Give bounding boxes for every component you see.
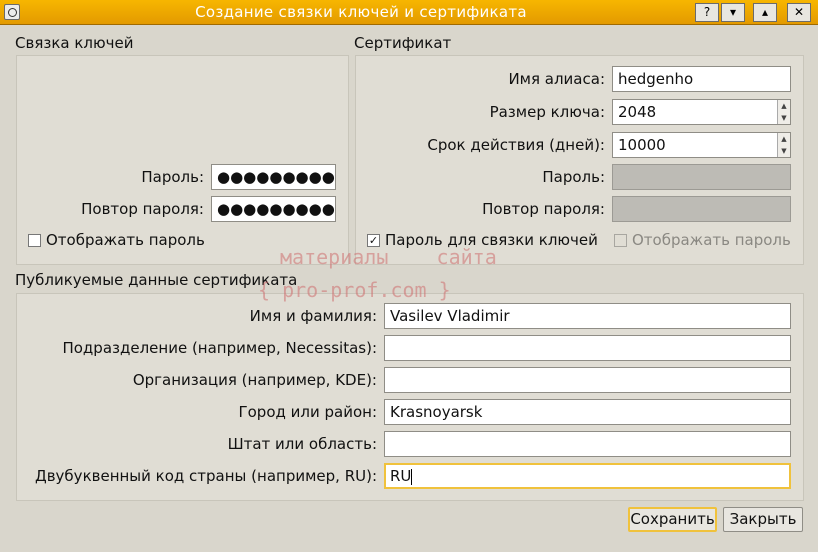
keystore-repeat-label: Повтор пароля: [81,200,204,218]
state-input[interactable] [384,431,791,457]
name-input[interactable]: Vasilev Vladimir [384,303,791,329]
city-input[interactable]: Krasnoyarsk [384,399,791,425]
validity-value: 10000 [618,136,666,154]
certificate-group-title: Сертификат [354,34,452,52]
save-button[interactable]: Сохранить [628,507,717,532]
country-input[interactable]: RU [384,463,791,489]
validity-label: Срок действия (дней): [427,136,605,154]
alias-label: Имя алиаса: [508,70,605,88]
organization-label: Организация (например, KDE): [132,371,377,389]
watermark-line1: материалы сайта [280,245,497,269]
keysize-spin-arrows[interactable]: ▲ ▼ [777,100,790,124]
keystore-password-input[interactable]: ●●●●●●●●● [211,164,336,190]
text-cursor [411,468,413,485]
public-group-title: Публикуемые данные сертификата [15,271,298,289]
keystore-repeat-input[interactable]: ●●●●●●●●● [211,196,336,222]
keysize-spinbox[interactable]: 2048 ▲ ▼ [612,99,791,125]
city-label: Город или район: [238,403,377,421]
window-menu-button[interactable] [4,4,20,20]
keysize-value: 2048 [618,103,657,121]
country-label: Двубуквенный код страны (например, RU): [35,467,377,485]
validity-spinbox[interactable]: 10000 ▲ ▼ [612,132,791,158]
state-label: Штат или область: [227,435,377,453]
unit-input[interactable] [384,335,791,361]
cert-password-input [612,164,791,190]
keystore-password-label: Пароль: [141,168,204,186]
help-button[interactable]: ? [695,3,719,22]
cert-show-password-label: Отображать пароль [632,231,791,249]
window-title: Создание связки ключей и сертификата [195,3,527,21]
keystore-show-password-checkbox[interactable] [28,234,41,247]
keystore-group-title: Связка ключей [15,34,134,52]
close-window-button[interactable]: ✕ [787,3,811,22]
cert-repeat-label: Повтор пароля: [482,200,605,218]
cert-password-label: Пароль: [542,168,605,186]
close-button[interactable]: Закрыть [723,507,803,532]
watermark-line2: { pro-prof.com } [258,278,451,302]
cert-show-password-checkbox [614,234,627,247]
keystore-show-password-label[interactable]: Отображать пароль [46,231,205,249]
alias-input[interactable]: hedgenho [612,66,791,92]
cert-repeat-input [612,196,791,222]
shade-button[interactable]: ▾ [721,3,745,22]
validity-spin-arrows[interactable]: ▲ ▼ [777,133,790,157]
keysize-label: Размер ключа: [489,103,605,121]
organization-input[interactable] [384,367,791,393]
country-value: RU [390,467,412,485]
unit-label: Подразделение (например, Necessitas): [62,339,377,357]
title-bar[interactable]: Создание связки ключей и сертификата ? ▾… [0,0,818,25]
name-label: Имя и фамилия: [249,307,377,325]
maximize-button[interactable]: ▴ [753,3,777,22]
